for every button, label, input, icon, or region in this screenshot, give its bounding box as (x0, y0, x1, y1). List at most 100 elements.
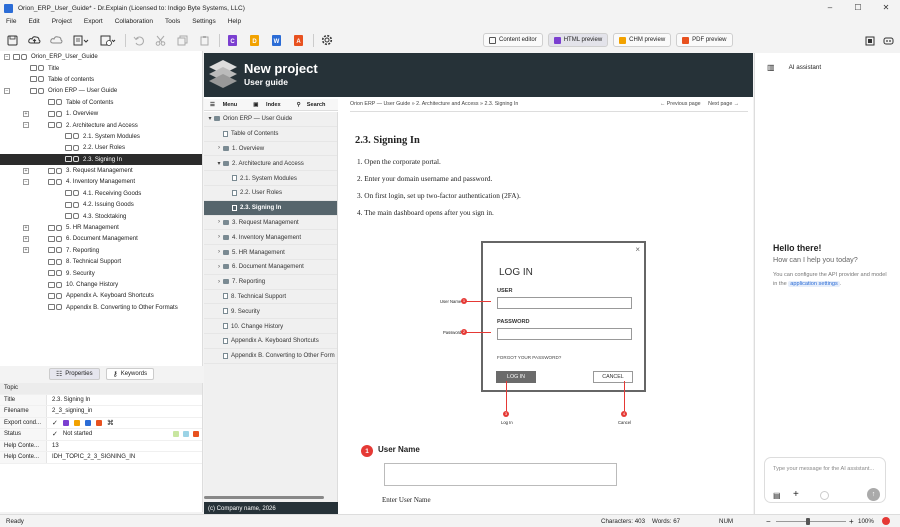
toc-item[interactable]: Table of Contents (204, 127, 337, 142)
preview-tab-index[interactable]: ▣ Index (253, 102, 280, 108)
save-icon[interactable] (5, 33, 20, 48)
toc-item[interactable]: ▾ Orion ERP — User Guide (204, 112, 337, 127)
prop-row-export-conditions[interactable]: Export cond... ✓ ⌘ (0, 417, 202, 429)
prop-row-help-context-alias[interactable]: Help Conte... IDH_TOPIC_2_3_SIGNING_IN (0, 452, 202, 464)
paste-icon[interactable] (197, 33, 212, 48)
menu-tools[interactable]: Tools (165, 18, 180, 25)
tree-item[interactable]: − 4. Inventory Management (0, 176, 202, 187)
tree-item[interactable]: − Orion_ERP_User_Guide (0, 51, 202, 62)
tree-item[interactable]: +1. Overview (0, 108, 202, 119)
tree-item[interactable]: +5. HR Management (0, 222, 202, 233)
expand-icon[interactable]: + (23, 167, 29, 174)
toc-item[interactable]: ▾ 2. Architecture and Access (204, 156, 337, 172)
sidebar-toggle-icon[interactable]: ▥ (767, 63, 775, 72)
minimize-button[interactable]: – (816, 0, 844, 16)
chm-preview-button[interactable]: CHM preview (613, 33, 672, 47)
toc-item[interactable]: › 7. Reporting (204, 275, 337, 290)
tree-item[interactable]: − 2. Architecture and Access (0, 119, 202, 130)
zoom-slider[interactable] (776, 521, 846, 522)
prop-row-filename[interactable]: Filename 2_3_signing_in (0, 406, 202, 418)
menu-edit[interactable]: Edit (28, 18, 39, 25)
toc-item[interactable]: › 6. Document Management (204, 260, 337, 275)
tree-item[interactable]: 2.3. Signing In (0, 153, 202, 165)
collapse-icon[interactable]: − (4, 87, 10, 94)
chevron-icon[interactable]: › (215, 249, 223, 255)
expand-icon[interactable]: + (23, 235, 29, 242)
close-window-button[interactable]: ✕ (872, 0, 900, 16)
export-chm-icon[interactable]: C (225, 33, 240, 48)
tree-item[interactable]: Table of Contents (0, 97, 202, 108)
cloud-upload-icon[interactable] (27, 33, 42, 48)
menu-collaboration[interactable]: Collaboration (115, 18, 153, 25)
zoom-in-icon[interactable]: + (849, 517, 854, 526)
export-word-icon[interactable]: W (269, 33, 284, 48)
tree-item[interactable]: 8. Technical Support (0, 256, 202, 267)
tree-item[interactable]: 4.3. Stocktaking (0, 210, 202, 221)
menu-project[interactable]: Project (52, 18, 72, 25)
menu-file[interactable]: File (6, 18, 16, 25)
toc-item[interactable]: › 1. Overview (204, 142, 337, 157)
toc-item[interactable]: Appendix B. Converting to Other Form (204, 349, 337, 364)
chevron-icon[interactable]: › (215, 279, 223, 285)
zoom-out-icon[interactable]: − (766, 517, 771, 526)
tree-item[interactable]: +6. Document Management (0, 233, 202, 244)
tab-properties[interactable]: ☷ Properties (48, 368, 100, 380)
tab-keywords[interactable]: ⚷ Keywords (105, 368, 155, 380)
chevron-icon[interactable]: › (215, 219, 223, 225)
toc-item[interactable]: 2.3. Signing In (204, 200, 337, 216)
content-editor-button[interactable]: Content editor (483, 33, 543, 47)
expand-icon[interactable]: + (23, 224, 29, 231)
copy-icon[interactable] (175, 33, 190, 48)
toc-item[interactable]: 9. Security (204, 304, 337, 320)
next-page-link[interactable]: Next page → (708, 101, 739, 107)
chat-input[interactable]: Type your message for the AI assistant..… (773, 465, 881, 473)
tree-item[interactable]: 4.2. Issuing Goods (0, 199, 202, 210)
breadcrumb[interactable]: Orion ERP — User Guide » 2. Architecture… (350, 101, 518, 107)
send-icon[interactable]: ↑ (867, 488, 880, 501)
maximize-button[interactable]: ☐ (844, 0, 872, 16)
add-icon[interactable]: + (793, 489, 799, 500)
cloud-download-icon[interactable] (49, 33, 64, 48)
chevron-icon[interactable]: › (215, 264, 223, 270)
cut-icon[interactable] (153, 33, 168, 48)
toc-item[interactable]: 2.1. System Modules (204, 171, 337, 186)
tree-item[interactable]: Title (0, 62, 202, 73)
html-preview-button[interactable]: HTML preview (547, 33, 609, 47)
toc-item[interactable]: 8. Technical Support (204, 290, 337, 305)
export-docs-icon[interactable]: D (247, 33, 262, 48)
chevron-icon[interactable]: ▾ (215, 160, 223, 167)
prop-row-title[interactable]: Title 2.3. Signing In (0, 394, 202, 406)
collapse-icon[interactable]: − (23, 122, 29, 129)
toc-item[interactable]: › 5. HR Management (204, 245, 337, 260)
prop-row-status[interactable]: Status ✓ Not started (0, 429, 202, 441)
previous-page-link[interactable]: ← Previous page (660, 101, 701, 107)
tree-item[interactable]: 4.1. Receiving Goods (0, 188, 202, 199)
collapse-icon[interactable]: − (4, 53, 10, 60)
add-topic-icon[interactable] (98, 33, 118, 48)
collapse-icon[interactable]: − (23, 178, 29, 185)
panel-toggle-icon[interactable] (862, 33, 877, 48)
undo-icon[interactable] (131, 33, 146, 48)
application-settings-link[interactable]: application settings (788, 281, 840, 287)
chevron-icon[interactable]: › (215, 234, 223, 240)
prop-row-help-context-id[interactable]: Help Conte... 13 (0, 440, 202, 452)
pdf-preview-button[interactable]: PDF preview (676, 33, 733, 47)
toc-item[interactable]: › 3. Request Management (204, 216, 337, 231)
menu-help[interactable]: Help (228, 18, 241, 25)
zoom-slider-handle[interactable] (806, 518, 810, 525)
chevron-icon[interactable]: › (215, 145, 223, 151)
toc-scrollbar[interactable] (204, 496, 324, 499)
ai-assistant-toggle-icon[interactable] (881, 33, 896, 48)
expand-icon[interactable]: + (23, 247, 29, 254)
toc-item[interactable]: 10. Change History (204, 319, 337, 334)
mode-icon[interactable] (820, 491, 829, 500)
menu-export[interactable]: Export (84, 18, 103, 25)
toc-item[interactable]: › 4. Inventory Management (204, 230, 337, 246)
notification-icon[interactable] (882, 517, 890, 525)
tree-item[interactable]: 2.2. User Roles (0, 142, 202, 153)
tree-item[interactable]: 9. Security (0, 267, 202, 278)
tree-item[interactable]: 2.1. System Modules (0, 131, 202, 142)
tree-item[interactable]: Appendix B. Converting to Other Formats (0, 302, 202, 313)
expand-icon[interactable]: + (23, 110, 29, 117)
tree-item[interactable]: − Orion ERP — User Guide (0, 85, 202, 96)
